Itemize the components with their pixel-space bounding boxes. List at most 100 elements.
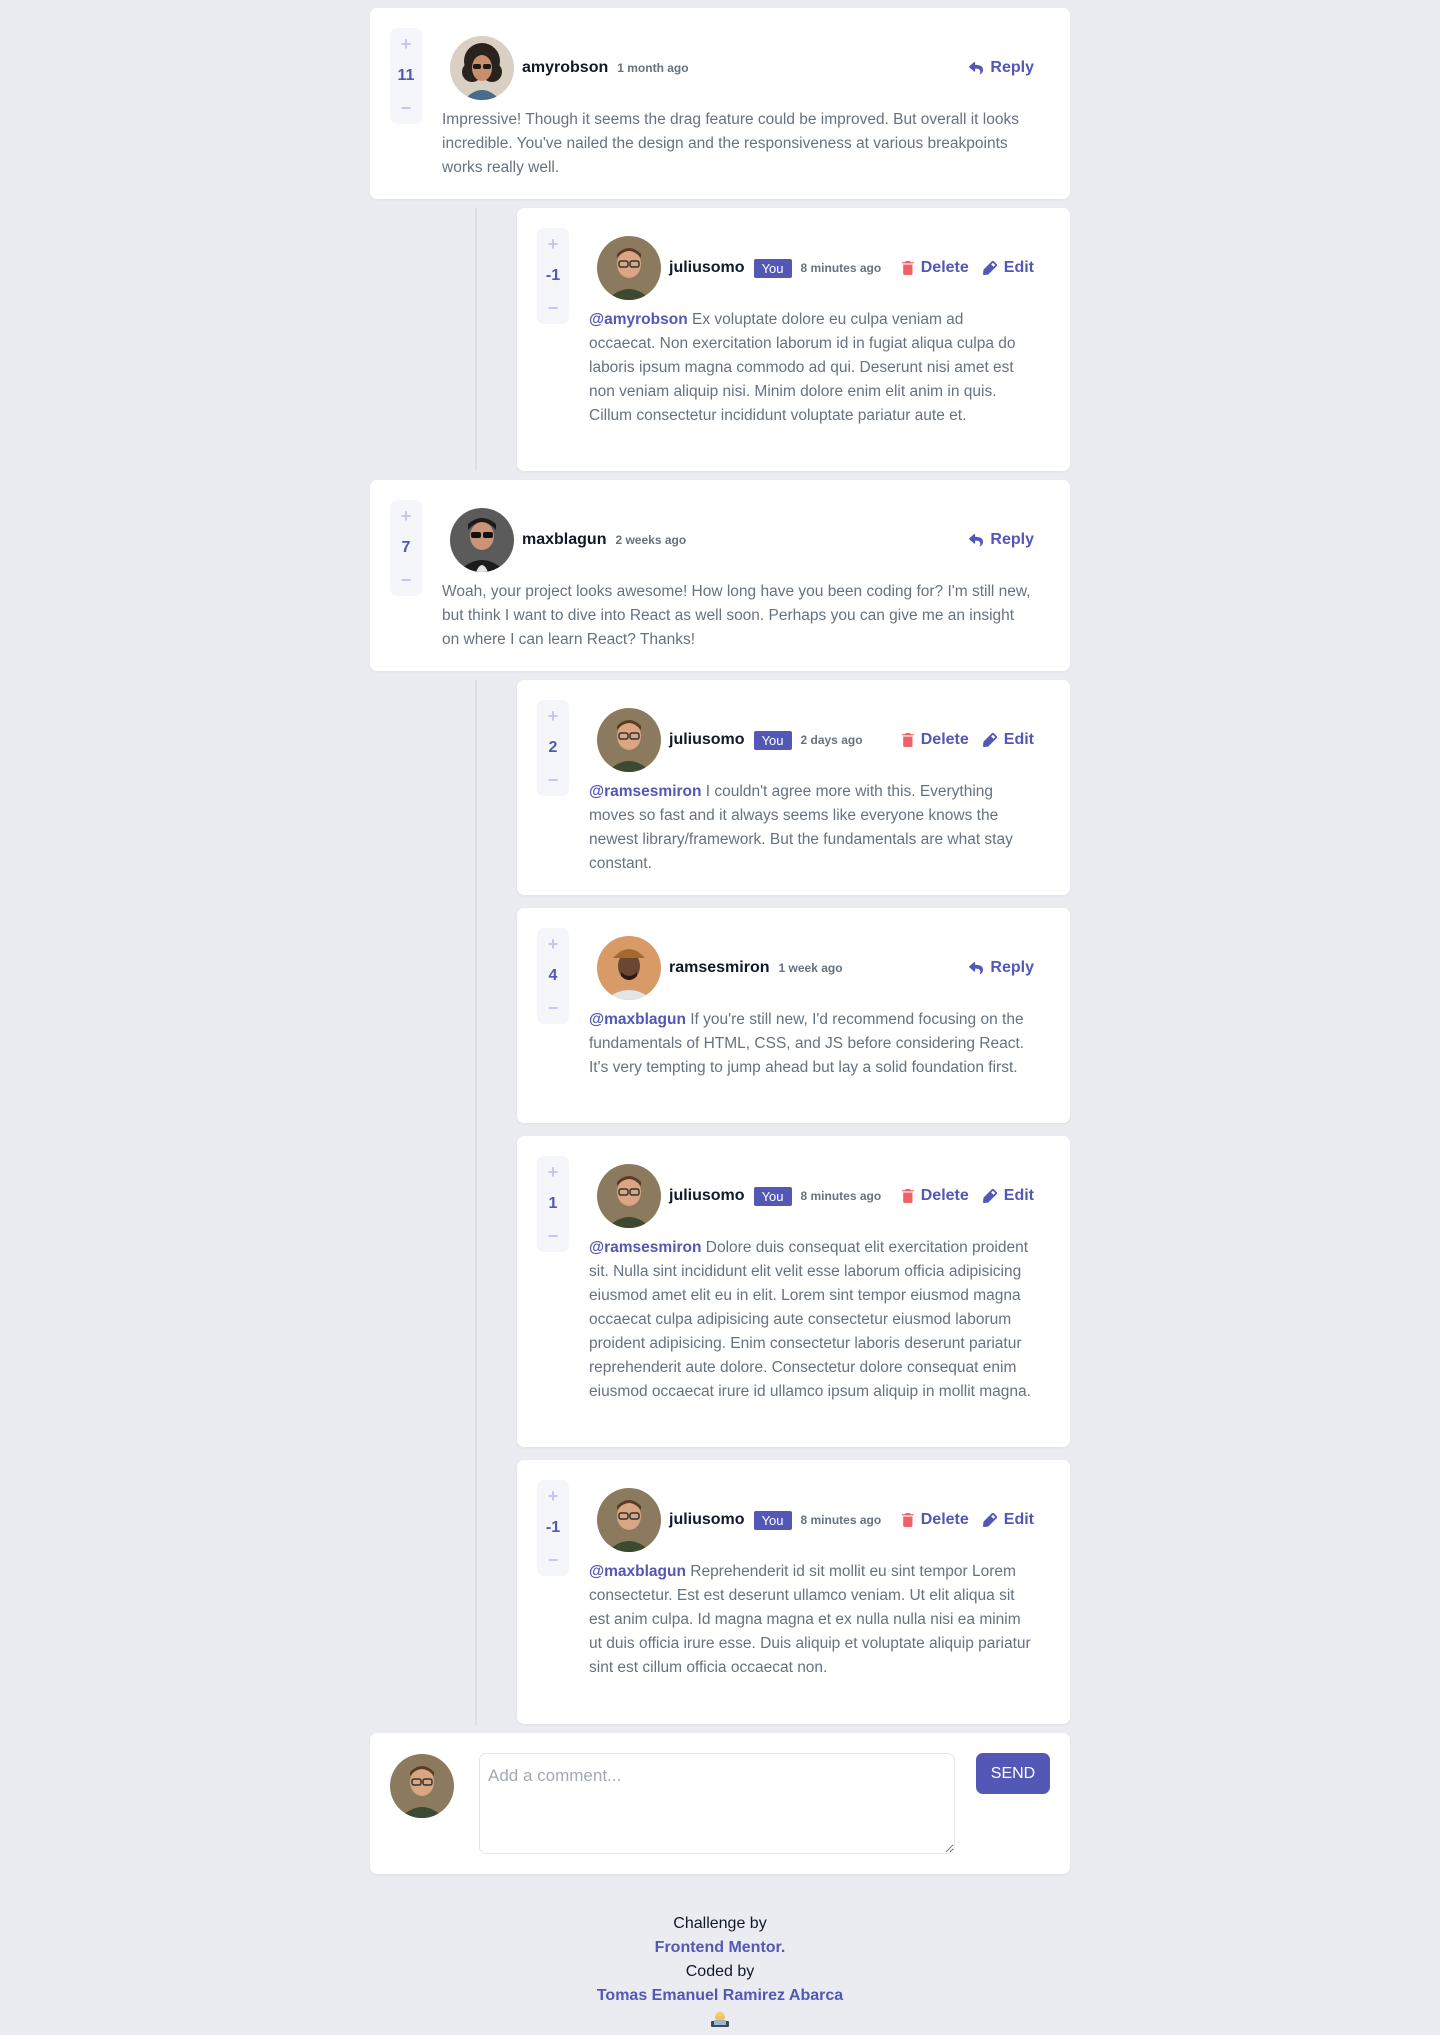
username[interactable]: juliusomo: [669, 1187, 745, 1205]
pencil-icon: [982, 261, 997, 275]
pencil-icon: [982, 733, 997, 747]
reply-icon: [969, 533, 984, 546]
delete-button[interactable]: Delete: [901, 1511, 969, 1529]
comment-body: Woah, your project looks awesome! How lo…: [442, 580, 1032, 652]
edit-label: Edit: [1003, 259, 1034, 276]
frontend-mentor-link[interactable]: Frontend Mentor.: [0, 1936, 1440, 1960]
mention-link[interactable]: @ramsesmiron: [589, 1239, 701, 1256]
comment-actions: Delete Edit: [901, 1507, 1034, 1533]
downvote-button[interactable]: −: [548, 1226, 559, 1246]
avatar: [597, 708, 661, 772]
vote-score: 7: [401, 539, 411, 556]
reply-button[interactable]: Reply: [969, 531, 1034, 549]
mention-link[interactable]: @amyrobson: [589, 311, 688, 328]
downvote-button[interactable]: −: [548, 770, 559, 790]
edit-button[interactable]: Edit: [982, 731, 1034, 749]
reply-label: Reply: [990, 959, 1034, 976]
comment-actions: Reply: [969, 955, 1034, 981]
vote-score: 4: [548, 967, 558, 984]
edit-label: Edit: [1003, 731, 1034, 748]
timestamp: 2 weeks ago: [615, 533, 687, 547]
edit-button[interactable]: Edit: [982, 1187, 1034, 1205]
reply-label: Reply: [990, 59, 1034, 76]
edit-label: Edit: [1003, 1511, 1034, 1528]
edit-label: Edit: [1003, 1187, 1034, 1204]
edit-button[interactable]: Edit: [982, 259, 1034, 277]
delete-button[interactable]: Delete: [901, 259, 969, 277]
comment-input[interactable]: [479, 1753, 955, 1854]
upvote-button[interactable]: +: [548, 706, 559, 726]
delete-button[interactable]: Delete: [901, 1187, 969, 1205]
you-badge: You: [753, 1186, 792, 1206]
mention-link[interactable]: @maxblagun: [589, 1011, 686, 1028]
delete-label: Delete: [920, 1511, 969, 1528]
you-badge: You: [753, 1510, 792, 1530]
reply-label: Reply: [990, 531, 1034, 548]
thread-line: [475, 208, 477, 471]
username[interactable]: juliusomo: [669, 1511, 745, 1529]
timestamp: 8 minutes ago: [800, 261, 882, 275]
vote-control: + 7 −: [390, 500, 422, 596]
timestamp: 8 minutes ago: [800, 1513, 882, 1527]
coded-by-text: Coded by: [685, 1963, 755, 1980]
comment-card: + 11 − amyrobson 1 month ago Reply Impre…: [370, 8, 1070, 199]
upvote-button[interactable]: +: [401, 506, 412, 526]
delete-button[interactable]: Delete: [901, 731, 969, 749]
thread-line: [475, 680, 477, 1725]
delete-label: Delete: [920, 259, 969, 276]
vote-score: 11: [397, 67, 415, 84]
username[interactable]: juliusomo: [669, 259, 745, 277]
timestamp: 1 month ago: [617, 61, 689, 75]
reply-icon: [969, 961, 984, 974]
comment-actions: Delete Edit: [901, 255, 1034, 281]
username[interactable]: juliusomo: [669, 731, 745, 749]
vote-control: + 2 −: [537, 700, 569, 796]
reply-icon: [969, 61, 984, 74]
vote-control: + -1 −: [537, 1480, 569, 1576]
reply-button[interactable]: Reply: [969, 959, 1034, 977]
downvote-button[interactable]: −: [548, 998, 559, 1018]
comment-body: @amyrobson Ex voluptate dolore eu culpa …: [589, 308, 1032, 428]
delete-label: Delete: [920, 1187, 969, 1204]
send-button[interactable]: SEND: [976, 1753, 1050, 1794]
vote-score: 1: [548, 1195, 558, 1212]
comment-actions: Reply: [969, 527, 1034, 553]
challenge-by-text: Challenge by: [673, 1915, 767, 1932]
comment-text: Woah, your project looks awesome! How lo…: [442, 583, 1031, 648]
edit-button[interactable]: Edit: [982, 1511, 1034, 1529]
timestamp: 8 minutes ago: [800, 1189, 882, 1203]
upvote-button[interactable]: +: [401, 34, 412, 54]
mention-link[interactable]: @maxblagun: [589, 1563, 686, 1580]
you-badge: You: [753, 730, 792, 750]
comment-text: Dolore duis consequat elit exercitation …: [589, 1239, 1031, 1400]
author-link[interactable]: Tomas Emanuel Ramirez Abarca: [0, 1984, 1440, 2008]
comment-body: @ramsesmiron I couldn't agree more with …: [589, 780, 1032, 876]
upvote-button[interactable]: +: [548, 1162, 559, 1182]
mention-link[interactable]: @ramsesmiron: [589, 783, 701, 800]
upvote-button[interactable]: +: [548, 934, 559, 954]
vote-score: 2: [548, 739, 558, 756]
downvote-button[interactable]: −: [401, 570, 412, 590]
downvote-button[interactable]: −: [401, 98, 412, 118]
delete-label: Delete: [920, 731, 969, 748]
upvote-button[interactable]: +: [548, 234, 559, 254]
comment-body: @ramsesmiron Dolore duis consequat elit …: [589, 1236, 1032, 1404]
comment-composer: SEND: [370, 1733, 1070, 1874]
reply-card: + 2 − juliusomo You 2 days ago Delete Ed…: [517, 680, 1070, 895]
downvote-button[interactable]: −: [548, 298, 559, 318]
vote-control: + -1 −: [537, 228, 569, 324]
trash-icon: [901, 261, 914, 275]
pencil-icon: [982, 1513, 997, 1527]
reply-button[interactable]: Reply: [969, 59, 1034, 77]
upvote-button[interactable]: +: [548, 1486, 559, 1506]
username[interactable]: maxblagun: [522, 531, 606, 549]
downvote-button[interactable]: −: [548, 1550, 559, 1570]
username[interactable]: amyrobson: [522, 59, 608, 77]
pencil-icon: [982, 1189, 997, 1203]
comment-meta: juliusomo You 8 minutes ago: [669, 1183, 881, 1209]
comment-body: Impressive! Though it seems the drag fea…: [442, 108, 1032, 180]
reply-card: + -1 − juliusomo You 8 minutes ago Delet…: [517, 1460, 1070, 1724]
vote-control: + 1 −: [537, 1156, 569, 1252]
username[interactable]: ramsesmiron: [669, 959, 770, 977]
avatar: [597, 1164, 661, 1228]
